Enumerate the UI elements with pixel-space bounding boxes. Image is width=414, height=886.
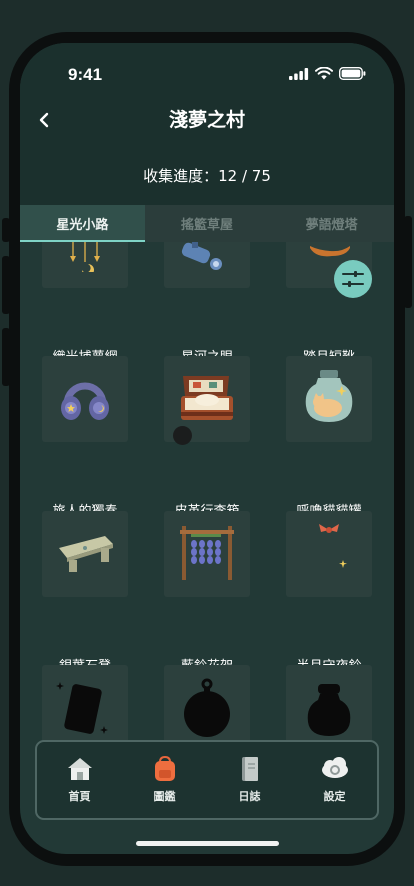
suitcase-icon [181, 376, 233, 420]
nav-item-journal[interactable]: 日誌 [207, 742, 292, 818]
tab-dream-lighthouse[interactable]: 夢語燈塔 [269, 205, 394, 242]
nav-item-collection[interactable]: 圖鑑 [122, 742, 207, 818]
side-button-action [2, 218, 10, 242]
tab-starlight-path[interactable]: 星光小路 [20, 205, 145, 242]
home-indicator [136, 841, 279, 846]
status-bar: 9:41 [20, 43, 394, 103]
backpack-icon [154, 756, 175, 781]
page-title: 淺夢之村 [168, 109, 245, 131]
dreamcatcher-icon [70, 242, 100, 272]
tab-cradle-cottage[interactable]: 搖籃草屋 [145, 205, 270, 242]
app-header: 淺夢之村 收集進度：12 / 75 [20, 103, 394, 205]
moon-bell-icon [318, 524, 347, 572]
side-button-volume-down [2, 328, 10, 386]
locked-jar-silhouette [307, 684, 351, 736]
status-icons [289, 67, 366, 80]
headphones-icon [61, 382, 109, 420]
cat-jar-icon [305, 370, 353, 422]
nav-label: 首頁 [68, 790, 91, 803]
collection-grid: 織光捕夢網 星河之眼 踏月短靴 [20, 242, 394, 740]
nav-label: 日誌 [238, 790, 261, 803]
nav-label: 圖鑑 [153, 790, 176, 803]
cloud-gear-icon [321, 757, 348, 778]
side-button-volume-up [2, 256, 10, 314]
house-icon [67, 758, 92, 780]
telescope-icon [181, 242, 222, 270]
nav-item-home[interactable]: 首頁 [37, 742, 122, 818]
locked-tablet-silhouette [56, 682, 108, 734]
app-screen: 9:41 淺夢之村 收集進度：12 / 75 星光小路 搖籃草屋 夢語燈塔 首頁… [20, 43, 394, 854]
collection-progress: 收集進度：12 / 75 [143, 167, 271, 185]
bottom-nav: 首頁 圖鑑 日誌 設定 [35, 740, 379, 820]
touch-indicator [173, 426, 192, 445]
nav-item-settings[interactable]: 設定 [292, 742, 377, 818]
wifi-icon [315, 67, 333, 80]
signal-icon [289, 67, 309, 80]
filter-button[interactable] [334, 260, 372, 298]
side-button-power [404, 216, 412, 308]
boot-icon [310, 246, 350, 257]
status-time: 9:41 [68, 65, 103, 84]
nav-label: 設定 [323, 790, 346, 803]
battery-icon [339, 67, 366, 80]
locked-pocket-watch-silhouette [184, 678, 230, 737]
area-tabs: 星光小路 搖籃草屋 夢語燈塔 [20, 205, 394, 242]
stone-bench-icon [59, 536, 113, 572]
journal-icon [241, 757, 258, 781]
sliders-icon [342, 271, 364, 287]
bluebell-rack-icon [180, 526, 234, 580]
